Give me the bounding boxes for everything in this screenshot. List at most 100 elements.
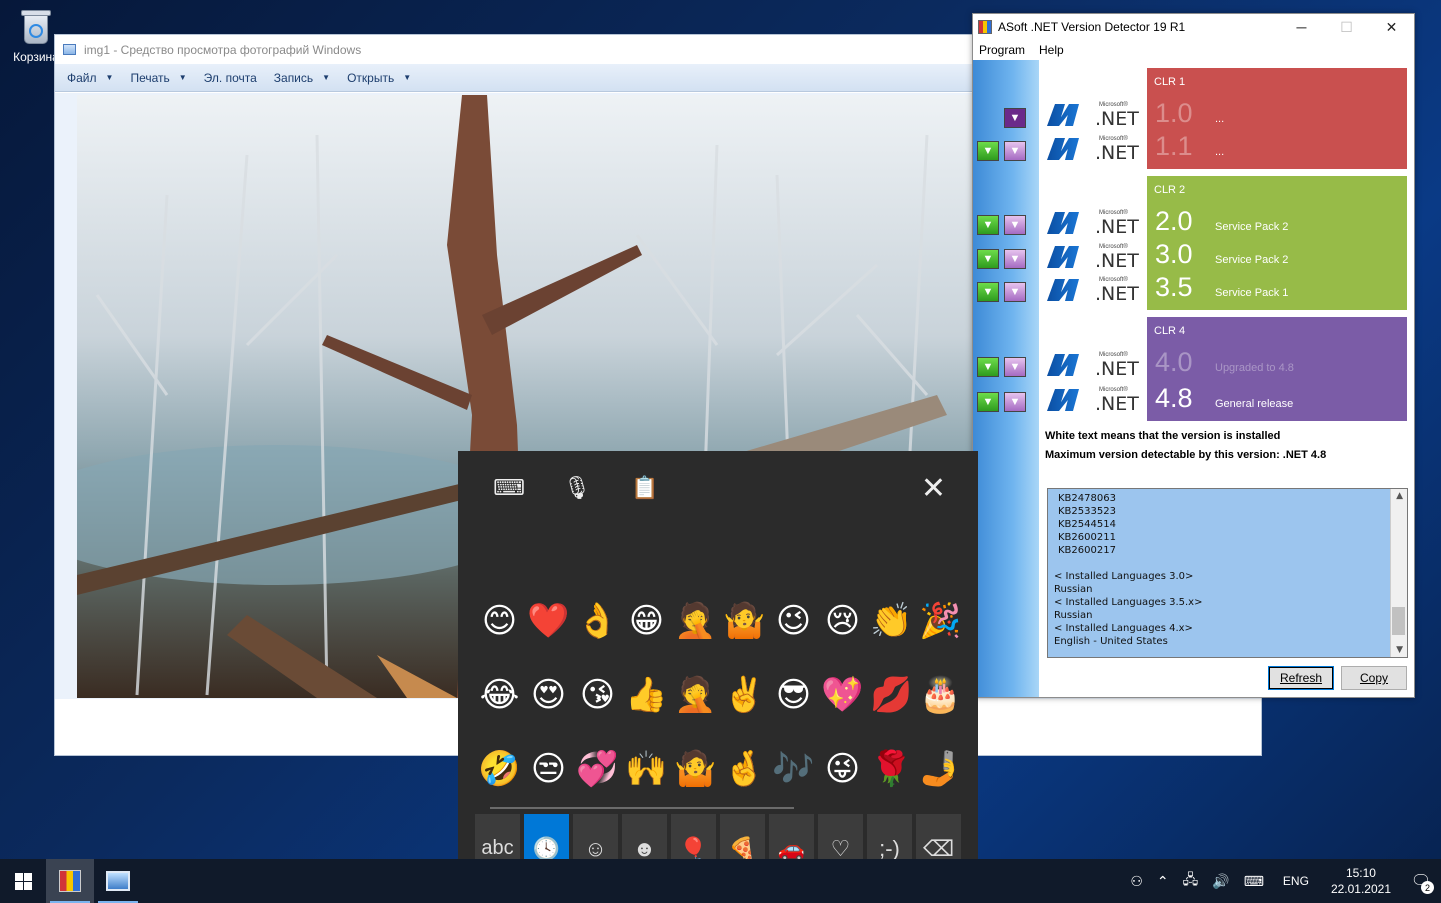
emoji-toolbar: ⌨ 🎙 📋 (492, 471, 696, 505)
download-icon[interactable]: ▼ (977, 392, 999, 412)
listbox-line: < Installed Languages 3.5.x> (1054, 597, 1203, 608)
emoji-item[interactable]: 🌹 (867, 747, 916, 791)
clock[interactable]: 15:10 22.01.2021 (1331, 865, 1391, 897)
emoji-item[interactable]: ❤️ (524, 599, 573, 643)
language-indicator[interactable]: ENG (1283, 874, 1309, 888)
emoji-item[interactable]: 🤦 (671, 599, 720, 643)
scroll-thumb[interactable] (1392, 607, 1405, 635)
people-icon[interactable]: ⚇ (1130, 873, 1143, 890)
minimize-button[interactable]: ─ (1279, 14, 1324, 40)
emoji-item[interactable]: 😁 (622, 599, 671, 643)
emoji-item[interactable]: 🤞 (720, 747, 769, 791)
keyboard-settings-icon[interactable]: ⌨ (492, 471, 526, 505)
emoji-item[interactable]: 🤦 (671, 673, 720, 717)
download-icon[interactable]: ▼ (977, 215, 999, 235)
photo-viewer-title: img1 - Средство просмотра фотографий Win… (84, 42, 362, 57)
emoji-item[interactable]: 😘 (573, 673, 622, 717)
menu-print[interactable]: Печать ▼ (130, 71, 186, 85)
listbox-line: < Installed Languages 4.x> (1054, 623, 1193, 634)
maximize-button[interactable]: ☐ (1324, 14, 1369, 40)
emoji-item[interactable]: 🙌 (622, 747, 671, 791)
emoji-item[interactable]: 🤷 (671, 747, 720, 791)
emoji-item[interactable]: 💞 (573, 747, 622, 791)
chevron-up-icon[interactable]: ⌃ (1157, 873, 1169, 890)
emoji-item[interactable]: 🤣 (475, 747, 524, 791)
copy-button[interactable]: Copy (1341, 666, 1407, 690)
emoji-item[interactable]: 😒 (524, 747, 573, 791)
uninstall-icon[interactable]: ▼ (1004, 392, 1026, 412)
clipboard-icon[interactable]: 📋 (628, 471, 662, 505)
refresh-button[interactable]: Refresh (1268, 666, 1334, 690)
dotnet-logo: Microsoft® .NET (1047, 102, 1139, 130)
listbox-line: Russian (1054, 610, 1093, 621)
menu-open[interactable]: Открыть ▼ (347, 71, 411, 85)
info-installed: White text means that the version is ins… (1045, 430, 1281, 442)
network-icon[interactable]: 🖧 (1183, 869, 1199, 893)
clr2-label: CLR 2 (1154, 184, 1186, 196)
taskbar-app-asoft[interactable] (46, 859, 94, 903)
emoji-item[interactable]: 🎉 (916, 599, 965, 643)
close-button[interactable]: ✕ (1369, 14, 1414, 40)
emoji-item[interactable]: 👌 (573, 599, 622, 643)
emoji-item[interactable]: 👏 (867, 599, 916, 643)
start-button[interactable] (0, 859, 46, 903)
clr1-label: CLR 1 (1154, 76, 1186, 88)
maximize-icon: ☐ (1340, 18, 1353, 35)
info-max-version: Maximum version detectable by this versi… (1045, 449, 1327, 461)
action-center-button[interactable]: 🗨 2 (1401, 859, 1441, 903)
chevron-down-icon: ▼ (105, 73, 114, 82)
dotnet-logo: Microsoft® .NET (1047, 387, 1139, 415)
listbox-line: English - United States (1054, 636, 1168, 647)
clr4-label: CLR 4 (1154, 325, 1186, 337)
uninstall-icon[interactable]: ▼ (1004, 108, 1026, 128)
scroll-up-icon[interactable]: ▲ (1396, 491, 1403, 501)
hotfix-listbox[interactable]: KB2478063 KB2533523 KB2544514 KB2600211 KB26… (1047, 488, 1408, 658)
emoji-item[interactable]: 🎂 (916, 673, 965, 717)
download-icon[interactable]: ▼ (977, 141, 999, 161)
emoji-item[interactable]: 💖 (818, 673, 867, 717)
dotnet-logo: Microsoft® .NET (1047, 277, 1139, 305)
emoji-item[interactable]: 🤷 (720, 599, 769, 643)
listbox-line: < Installed Languages 3.0> (1054, 571, 1194, 582)
version-row: 3.0 Service Pack 2 (1155, 239, 1289, 269)
emoji-item[interactable]: 😍 (524, 673, 573, 717)
uninstall-icon[interactable]: ▼ (1004, 249, 1026, 269)
download-icon[interactable]: ▼ (977, 282, 999, 302)
uninstall-icon[interactable]: ▼ (1004, 141, 1026, 161)
uninstall-icon[interactable]: ▼ (1004, 357, 1026, 377)
emoji-item[interactable]: 🎶 (769, 747, 818, 791)
emoji-item[interactable]: ✌️ (720, 673, 769, 717)
scroll-down-icon[interactable]: ▼ (1396, 645, 1403, 655)
close-icon[interactable]: ✕ (921, 471, 946, 506)
close-icon: ✕ (1385, 18, 1398, 35)
emoji-item[interactable]: 😉 (769, 599, 818, 643)
download-icon[interactable]: ▼ (977, 357, 999, 377)
touch-keyboard-icon[interactable]: ⌨ (1244, 873, 1264, 890)
uninstall-icon[interactable]: ▼ (1004, 215, 1026, 235)
taskbar-app-photo-viewer[interactable] (94, 859, 142, 903)
emoji-item[interactable]: 💋 (867, 673, 916, 717)
menu-file[interactable]: Файл ▼ (67, 71, 113, 85)
emoji-item[interactable]: 😊 (475, 599, 524, 643)
clock-date: 22.01.2021 (1330, 882, 1391, 896)
emoji-item[interactable]: 😂 (475, 673, 524, 717)
asoft-titlebar[interactable]: ASoft .NET Version Detector 19 R1 ─ ☐ ✕ (973, 14, 1414, 40)
emoji-item[interactable]: 😜 (818, 747, 867, 791)
microphone-icon[interactable]: 🎙 (560, 471, 594, 505)
menu-burn[interactable]: Запись ▼ (274, 71, 330, 85)
uninstall-icon[interactable]: ▼ (1004, 282, 1026, 302)
emoji-item[interactable]: 👍 (622, 673, 671, 717)
emoji-item[interactable]: 😎 (769, 673, 818, 717)
emoji-item[interactable]: 😢 (818, 599, 867, 643)
volume-icon[interactable]: 🔊 (1212, 873, 1229, 890)
menu-email[interactable]: Эл. почта (204, 71, 257, 85)
emoji-scroll-indicator (490, 807, 794, 809)
emoji-item[interactable]: 🤳 (916, 747, 965, 791)
version-row: 1.0... (1155, 98, 1225, 128)
download-icon[interactable]: ▼ (977, 249, 999, 269)
asoft-menubar: Program Help (973, 40, 1414, 60)
listbox-scrollbar[interactable]: ▲ ▼ (1390, 489, 1407, 657)
listbox-line: KB2600211 (1058, 532, 1116, 543)
menu-program[interactable]: Program (979, 43, 1025, 57)
menu-help[interactable]: Help (1039, 43, 1064, 57)
